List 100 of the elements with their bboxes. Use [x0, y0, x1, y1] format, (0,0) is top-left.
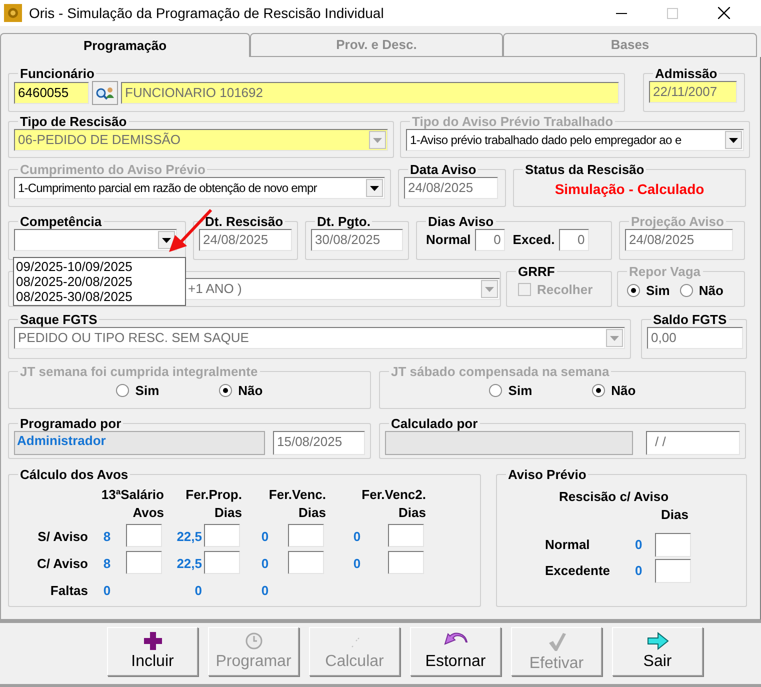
text-field[interactable]: 24/08/2025: [199, 229, 292, 251]
group-label: Cálculo dos Avos: [19, 467, 130, 482]
group-label: Competência: [19, 214, 103, 229]
text-field[interactable]: 22/11/2007: [649, 81, 737, 103]
column-heading: Dias: [398, 504, 426, 522]
value-text: 0: [102, 582, 112, 600]
dropdown-option[interactable]: 09/2025-10/09/2025: [14, 259, 185, 274]
group-label: Tipo do Aviso Prévio Trabalhado: [411, 114, 614, 129]
group-label: Status da Rescisão: [524, 162, 646, 177]
radio-label: Sim: [646, 282, 670, 300]
minimize-icon[interactable]: [616, 12, 627, 14]
group-label: Data Aviso: [409, 162, 478, 177]
text-field[interactable]: 0: [558, 229, 589, 251]
right-arrow-icon: [646, 632, 668, 650]
value-text: 0: [260, 555, 270, 573]
input-field[interactable]: [655, 558, 691, 582]
input-field[interactable]: [388, 551, 424, 574]
dropdown-button[interactable]: [158, 231, 175, 249]
group-label: Cumprimento do Aviso Prévio: [19, 162, 206, 177]
group-label: Funcionário: [19, 66, 96, 81]
group-label: Dt. Pgto.: [316, 214, 372, 229]
group-label: Aviso Prévio: [507, 467, 588, 482]
group-label: Dias Aviso: [427, 214, 495, 229]
tab[interactable]: Programação: [0, 33, 250, 57]
checkbox-label: Recolher: [537, 281, 593, 299]
combo-box[interactable]: PEDIDO OU TIPO RESC. SEM SAQUE: [14, 327, 625, 349]
input-field[interactable]: [204, 524, 240, 547]
value-text: 22,5: [176, 555, 202, 573]
action-button[interactable]: Estornar: [410, 627, 501, 676]
caret-icon: [729, 138, 738, 142]
input-field[interactable]: [288, 524, 324, 547]
column-heading: Avos: [132, 504, 164, 522]
input-field[interactable]: [655, 532, 691, 556]
text-field[interactable]: 0: [474, 229, 505, 251]
group-label: JT semana foi cumprida integralmente: [19, 364, 259, 379]
value-text: 8: [102, 528, 112, 546]
column-heading: Rescisão c/ Aviso: [558, 488, 670, 506]
combo-box[interactable]: [14, 229, 177, 251]
caret-icon: [370, 186, 379, 190]
input-field[interactable]: [126, 524, 162, 547]
radio-label: Não: [698, 282, 724, 300]
group-label: Tipo de Rescisão: [19, 114, 128, 129]
caret-icon: [610, 336, 619, 340]
column-heading: Fer.Venc.: [268, 486, 326, 504]
input-field[interactable]: [388, 524, 424, 547]
tab[interactable]: Bases: [503, 33, 757, 57]
app-icon: [4, 4, 22, 22]
action-button[interactable]: Sair: [612, 627, 703, 676]
text-field[interactable]: 0,00: [647, 327, 743, 349]
search-button[interactable]: [92, 81, 118, 105]
value-text: 0: [260, 528, 270, 546]
radio-label: Sim: [508, 382, 532, 400]
checkmark-icon: [548, 632, 566, 652]
group-label: Repor Vaga: [628, 264, 702, 279]
row-label: Normal: [545, 536, 591, 554]
group-label: Saldo FGTS: [652, 312, 728, 327]
text-field[interactable]: / /: [646, 431, 740, 455]
caret-icon: [373, 138, 382, 142]
column-heading: Fer.Prop.: [184, 486, 242, 504]
input-field[interactable]: [126, 551, 162, 574]
value-text: 0: [635, 562, 644, 580]
action-button[interactable]: Incluir: [107, 627, 198, 676]
radio-label: Sim: [135, 382, 160, 400]
value-text: 22,5: [176, 528, 202, 546]
column-heading: Dias: [214, 504, 242, 522]
caret-icon: [485, 286, 494, 292]
text-field[interactable]: 15/08/2025: [273, 431, 365, 455]
text-field[interactable]: 30/08/2025: [311, 229, 403, 251]
group-label: Saque FGTS: [19, 312, 98, 327]
window-title: Oris - Simulação da Programação de Rescisão Individual: [29, 4, 384, 23]
value-text: 0: [635, 536, 644, 554]
value-text: 0: [194, 582, 202, 600]
row-label: Excedente: [545, 562, 612, 580]
search-icon: [95, 85, 115, 101]
clock-icon: [244, 632, 262, 650]
field-label: Normal: [426, 231, 471, 250]
tab[interactable]: Prov. e Desc.: [250, 33, 503, 57]
column-heading: Dias: [298, 504, 326, 522]
group-label: Admissão: [654, 66, 718, 81]
input-field[interactable]: [204, 551, 240, 574]
group-label: JT sábado compensada na semana: [390, 364, 610, 379]
group-label: Calculado por: [390, 416, 479, 431]
value-text: 8: [102, 555, 112, 573]
combo-box[interactable]: 06-PEDIDO DE DEMISSÃO: [14, 129, 388, 151]
text-field[interactable]: 6460055: [14, 82, 89, 104]
column-heading: Fer.Venc2.: [360, 486, 426, 504]
group-label: GRRF: [517, 264, 556, 279]
caret-icon: [162, 238, 171, 242]
group-label: Projeção Aviso: [630, 214, 725, 229]
value-text: 0: [352, 555, 362, 573]
text-field[interactable]: 24/08/2025: [404, 177, 498, 199]
text-field[interactable]: FUNCIONARIO 101692: [121, 82, 619, 104]
value-text: 0: [352, 528, 362, 546]
close-icon[interactable]: [718, 7, 730, 19]
column-heading: 13ªSalário: [100, 486, 164, 504]
group-label: Programado por: [19, 416, 122, 431]
input-field[interactable]: [288, 551, 324, 574]
radio-label: Não: [611, 382, 636, 400]
row-label: C/ Aviso: [36, 555, 88, 573]
plus-icon: [144, 632, 162, 650]
